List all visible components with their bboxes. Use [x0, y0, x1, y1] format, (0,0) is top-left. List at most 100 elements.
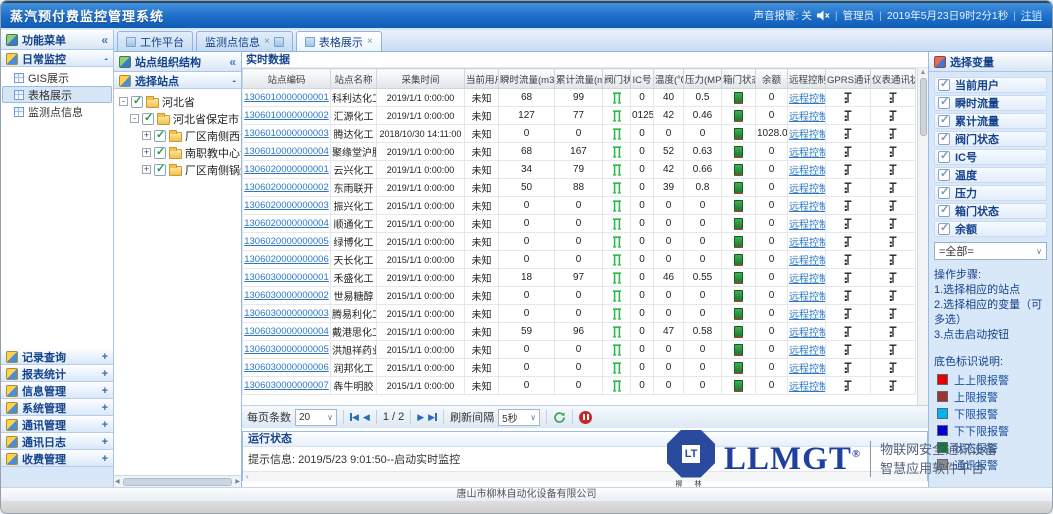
- column-header[interactable]: 压力(MPa): [684, 69, 722, 89]
- column-header[interactable]: 温度(℃): [654, 69, 684, 89]
- variable-checkbox[interactable]: [938, 97, 950, 109]
- tree-node-province[interactable]: - 河北省: [116, 93, 239, 110]
- column-header[interactable]: 当前用户: [465, 69, 499, 89]
- station-code-link[interactable]: 1306010000000001: [244, 92, 329, 103]
- expand-section-icon[interactable]: +: [102, 436, 108, 448]
- sidebar-section-comm-mgmt[interactable]: 通讯管理 +: [1, 416, 113, 433]
- filter-select[interactable]: =全部= ∨: [934, 242, 1047, 260]
- variable-checkbox[interactable]: [938, 223, 950, 235]
- remote-control-link[interactable]: 远程控制: [789, 130, 826, 141]
- per-page-select[interactable]: 20 ∨: [295, 409, 337, 426]
- variable-row-door-status[interactable]: 箱门状态: [934, 203, 1047, 219]
- sidebar-item-monitor-points[interactable]: 监测点信息: [2, 103, 112, 120]
- station-code-link[interactable]: 1306020000000003: [244, 200, 329, 211]
- station-code-link[interactable]: 1306030000000001: [244, 272, 329, 283]
- station-code-link[interactable]: 1306030000000005: [244, 344, 329, 355]
- prev-page-button[interactable]: ◀: [363, 412, 370, 423]
- tree-node-group[interactable]: + 厂区南侧锅炉汽包: [116, 161, 239, 178]
- station-code-link[interactable]: 1306020000000001: [244, 164, 329, 175]
- remote-control-link[interactable]: 远程控制: [789, 220, 826, 231]
- expand-section-icon[interactable]: +: [102, 402, 108, 414]
- next-page-button[interactable]: ▶: [417, 412, 424, 423]
- station-code-link[interactable]: 1306010000000004: [244, 146, 329, 157]
- variable-row-valve-status[interactable]: 阀门状态: [934, 131, 1047, 147]
- column-header[interactable]: 站点名称: [331, 69, 377, 89]
- variable-row-ic[interactable]: IC号: [934, 149, 1047, 165]
- sidebar-section-daily-monitor[interactable]: 日常监控 -: [1, 50, 113, 67]
- tab-table-view[interactable]: 表格展示 ×: [296, 31, 382, 51]
- tree-collapse-icon[interactable]: -: [119, 97, 128, 106]
- remote-control-link[interactable]: 远程控制: [789, 166, 826, 177]
- variable-checkbox[interactable]: [938, 187, 950, 199]
- variable-row-pressure[interactable]: 压力: [934, 185, 1047, 201]
- tree-expand-icon[interactable]: +: [142, 148, 151, 157]
- tab-workbench[interactable]: 工作平台: [117, 31, 193, 51]
- remote-control-link[interactable]: 远程控制: [789, 274, 826, 285]
- expand-section-icon[interactable]: +: [102, 351, 108, 363]
- variable-row-instant-flow[interactable]: 瞬时流量: [934, 95, 1047, 111]
- tree-expand-icon[interactable]: +: [142, 131, 151, 140]
- panel-collapse-icon[interactable]: «: [229, 57, 236, 67]
- tree-checkbox[interactable]: [142, 113, 154, 125]
- sidebar-section-info[interactable]: 信息管理 +: [1, 382, 113, 399]
- remote-control-link[interactable]: 远程控制: [789, 256, 826, 267]
- sidebar-section-system[interactable]: 系统管理 +: [1, 399, 113, 416]
- station-code-link[interactable]: 1306030000000006: [244, 362, 329, 373]
- remote-control-link[interactable]: 远程控制: [789, 364, 826, 375]
- remote-control-link[interactable]: 远程控制: [789, 382, 826, 393]
- scrollbar-thumb[interactable]: [123, 478, 233, 486]
- last-page-button[interactable]: ▶: [428, 412, 437, 423]
- refresh-icon[interactable]: [553, 411, 566, 424]
- tree-node-group[interactable]: + 厂区南侧西汽包: [116, 127, 239, 144]
- column-header[interactable]: 阀门状态: [603, 69, 631, 89]
- variable-checkbox[interactable]: [938, 151, 950, 163]
- station-code-link[interactable]: 1306020000000002: [244, 182, 329, 193]
- tree-node-city[interactable]: - 河北省保定市: [116, 110, 239, 127]
- expand-section-icon[interactable]: +: [102, 368, 108, 380]
- sidebar-section-reports[interactable]: 报表统计 +: [1, 365, 113, 382]
- remote-control-link[interactable]: 远程控制: [789, 202, 826, 213]
- remote-control-link[interactable]: 远程控制: [789, 292, 826, 303]
- tree-checkbox[interactable]: [131, 96, 143, 108]
- remote-control-link[interactable]: 远程控制: [789, 94, 826, 105]
- refresh-interval-select[interactable]: 5秒 ∨: [498, 409, 540, 426]
- column-header[interactable]: 站点编码: [243, 69, 331, 89]
- column-header[interactable]: 瞬时流量(m3/h): [499, 69, 555, 89]
- tab-monitor-points[interactable]: 监测点信息 ×: [196, 31, 293, 51]
- variable-row-temperature[interactable]: 温度: [934, 167, 1047, 183]
- variable-checkbox[interactable]: [938, 205, 950, 217]
- scroll-left-icon[interactable]: ◀: [114, 478, 121, 485]
- expand-section-icon[interactable]: +: [102, 419, 108, 431]
- variable-checkbox[interactable]: [938, 115, 950, 127]
- remote-control-link[interactable]: 远程控制: [789, 328, 826, 339]
- variable-row-total-flow[interactable]: 累计流量: [934, 113, 1047, 129]
- tree-checkbox[interactable]: [154, 130, 166, 142]
- scroll-up-icon[interactable]: ▲: [920, 68, 927, 78]
- tree-expand-icon[interactable]: +: [142, 165, 151, 174]
- tab-close-icon[interactable]: ×: [264, 37, 270, 47]
- remote-control-link[interactable]: 远程控制: [789, 112, 826, 123]
- tree-checkbox[interactable]: [154, 164, 166, 176]
- sidebar-item-table-view[interactable]: 表格展示: [2, 86, 112, 103]
- station-code-link[interactable]: 1306030000000003: [244, 308, 329, 319]
- sidebar-item-gis[interactable]: GIS展示: [2, 69, 112, 86]
- station-code-link[interactable]: 1306010000000002: [244, 110, 329, 121]
- column-header[interactable]: GPRS通讯状态: [826, 69, 871, 89]
- remote-control-link[interactable]: 远程控制: [789, 184, 826, 195]
- variable-row-balance[interactable]: 余额: [934, 221, 1047, 237]
- column-header[interactable]: 余额: [756, 69, 788, 89]
- station-code-link[interactable]: 1306010000000003: [244, 128, 329, 139]
- first-page-button[interactable]: ◀: [350, 412, 359, 423]
- remote-control-link[interactable]: 远程控制: [789, 346, 826, 357]
- station-code-link[interactable]: 1306030000000004: [244, 326, 329, 337]
- remote-control-link[interactable]: 远程控制: [789, 148, 826, 159]
- column-header[interactable]: 仪表通讯状态: [871, 69, 916, 89]
- remote-control-link[interactable]: 远程控制: [789, 238, 826, 249]
- select-station-header[interactable]: 选择站点 -: [114, 72, 241, 89]
- table-vertical-scrollbar[interactable]: ▲: [917, 68, 928, 405]
- sidebar-section-comm-log[interactable]: 通讯日志 +: [1, 433, 113, 450]
- column-header[interactable]: IC号: [631, 69, 654, 89]
- column-header[interactable]: 箱门状态: [722, 69, 756, 89]
- scrollbar-thumb[interactable]: [920, 78, 927, 136]
- tree-node-group[interactable]: + 南职教中心汽包: [116, 144, 239, 161]
